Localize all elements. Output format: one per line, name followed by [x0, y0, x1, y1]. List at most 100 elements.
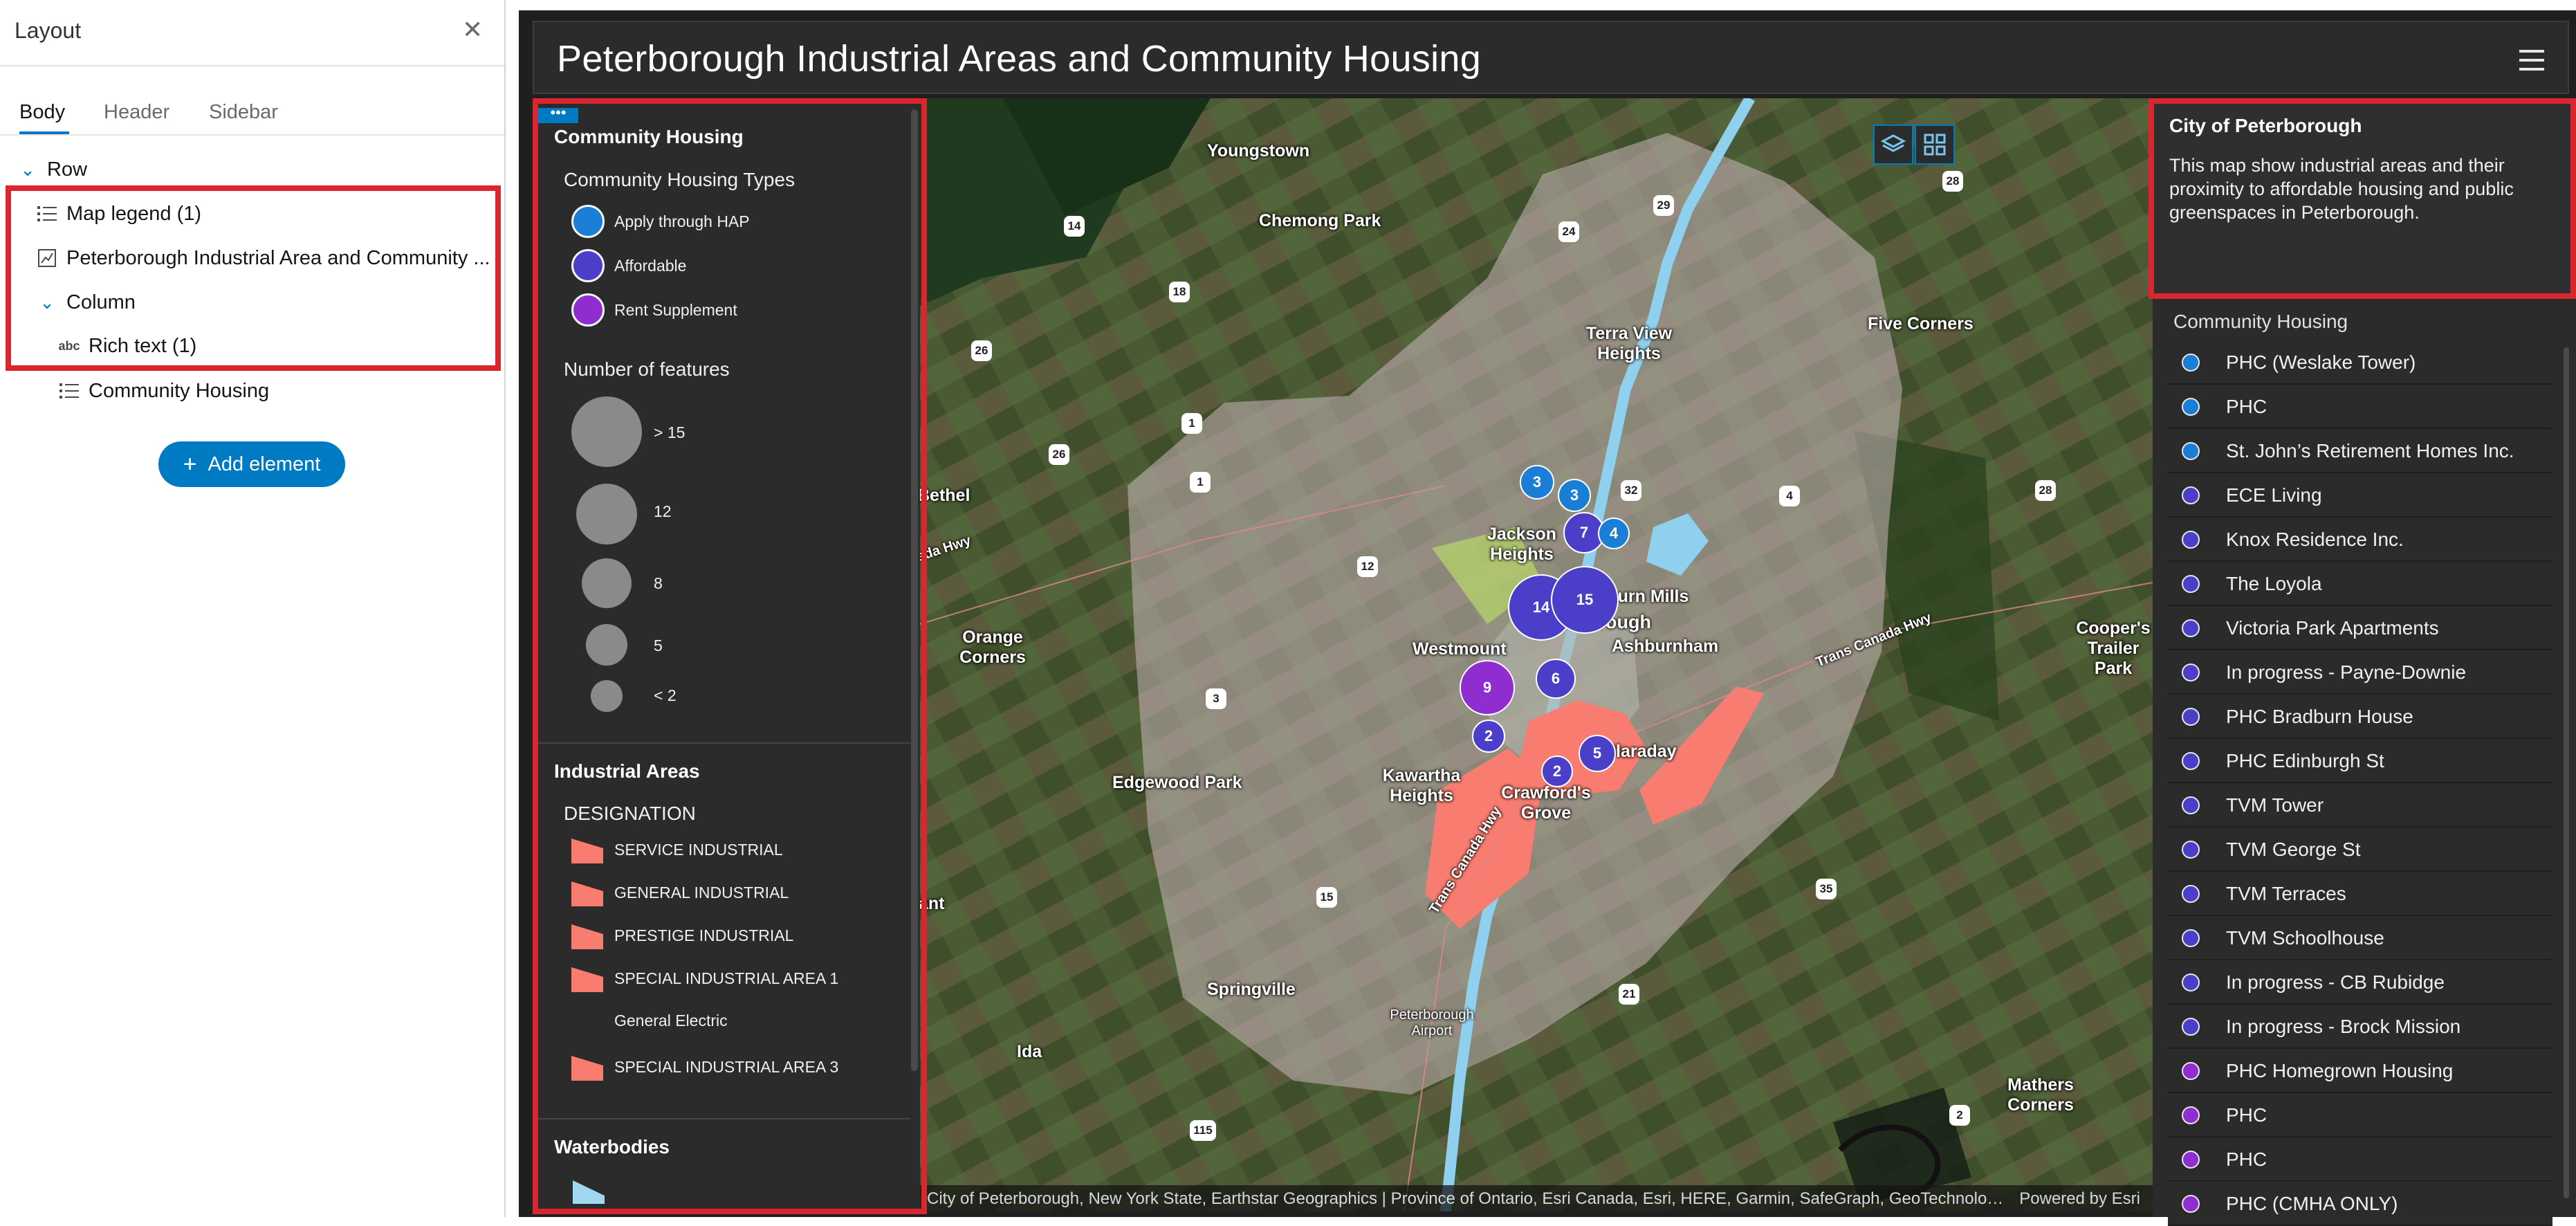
- chevron-down-icon[interactable]: ⌄: [36, 292, 58, 313]
- rich-text-title: City of Peterborough: [2169, 115, 2362, 136]
- app-title: Peterborough Industrial Areas and Commun…: [557, 38, 1482, 80]
- list-item[interactable]: St. John’s Retirement Homes Inc.: [2168, 430, 2552, 473]
- chevron-down-icon[interactable]: ⌄: [17, 159, 39, 181]
- legend-item: SERVICE INDUSTRIAL: [571, 836, 783, 863]
- close-icon[interactable]: ✕: [462, 15, 483, 44]
- legend-label: SPECIAL INDUSTRIAL AREA 3: [614, 1057, 839, 1076]
- map-cluster[interactable]: 3: [1558, 479, 1591, 512]
- feature-symbol: [2182, 619, 2200, 637]
- legend-symbol: [571, 205, 605, 238]
- list-item-label: PHC: [2226, 396, 2267, 417]
- list-title: Community Housing: [2173, 311, 2348, 332]
- place-label: Terra View Heights: [1585, 324, 1673, 363]
- list-item[interactable]: TVM Schoolhouse: [2168, 917, 2552, 960]
- list-item[interactable]: TVM Terraces: [2168, 873, 2552, 916]
- map-view[interactable]: Youngstown Chemong Park Terra View Heigh…: [920, 98, 2153, 1211]
- map-cluster[interactable]: 3: [1520, 465, 1554, 500]
- list-item-label: In progress - Payne-Downie: [2226, 661, 2467, 683]
- tree-item-label: Row: [47, 158, 88, 181]
- layout-panel: Layout ✕ Body Header Sidebar ⌄ Row Map l…: [0, 0, 506, 1217]
- road-shield: 29: [1653, 195, 1674, 216]
- map-cluster[interactable]: 6: [1536, 659, 1576, 699]
- list-item[interactable]: In progress - CB Rubidge: [2168, 962, 2552, 1005]
- tree-item-map-legend[interactable]: Map legend (1): [36, 196, 201, 231]
- legend-label: Apply through HAP: [614, 212, 750, 230]
- place-label: Peterborough Airport: [1390, 1007, 1474, 1039]
- list-item-label: PHC (Weslake Tower): [2226, 351, 2416, 373]
- list-item[interactable]: PHC: [2168, 1095, 2552, 1137]
- size-label: < 2: [654, 686, 677, 704]
- legend-symbol: [571, 1056, 603, 1081]
- right-column: City of Peterborough This map show indus…: [2153, 98, 2576, 1226]
- list-item[interactable]: PHC: [2168, 386, 2552, 429]
- plus-icon: +: [183, 450, 197, 477]
- list-item[interactable]: In progress - Payne-Downie: [2168, 652, 2552, 695]
- tab-sidebar[interactable]: Sidebar: [209, 101, 278, 124]
- list-item-label: Victoria Park Apartments: [2226, 617, 2439, 639]
- place-label: Youngstown: [1207, 141, 1310, 161]
- qr-grid-icon[interactable]: [1915, 125, 1955, 165]
- list-item[interactable]: ECE Living: [2168, 475, 2552, 518]
- list-item[interactable]: TVM George St: [2168, 829, 2552, 872]
- list-item[interactable]: PHC Bradburn House: [2168, 696, 2552, 739]
- feature-symbol: [2182, 442, 2200, 460]
- map-cluster[interactable]: 2: [1472, 720, 1505, 753]
- feature-symbol: [2182, 1018, 2200, 1036]
- road-shield: 18: [1169, 282, 1190, 302]
- list-item[interactable]: PHC Edinburgh St: [2168, 740, 2552, 783]
- list-item[interactable]: Knox Residence Inc.: [2168, 519, 2552, 562]
- list-item[interactable]: In progress - Brock Mission: [2168, 1006, 2552, 1049]
- feature-symbol: [2182, 1151, 2200, 1169]
- list-icon: [58, 382, 80, 400]
- legend-subtitle: Number of features: [564, 358, 730, 380]
- tree-item-rich-text[interactable]: abc Rich text (1): [58, 329, 196, 363]
- place-label: Mathers Corners: [2007, 1075, 2074, 1115]
- legend-label: Affordable: [614, 256, 687, 275]
- list-item[interactable]: PHC (Weslake Tower): [2168, 342, 2552, 385]
- feature-symbol: [2182, 841, 2200, 859]
- legend-symbol: [571, 839, 603, 863]
- tree-item-map[interactable]: Peterborough Industrial Area and Communi…: [36, 241, 490, 275]
- tab-body[interactable]: Body: [19, 101, 65, 124]
- legend-section-title: Waterbodies: [554, 1136, 670, 1158]
- place-label: Westmount: [1413, 639, 1507, 659]
- list-item[interactable]: PHC Homegrown Housing: [2168, 1050, 2552, 1093]
- layout-tabs: Body Header Sidebar: [0, 97, 504, 136]
- map-cluster[interactable]: 15: [1551, 566, 1619, 634]
- legend-label: SPECIAL INDUSTRIAL AREA 1: [614, 969, 839, 987]
- layers-icon[interactable]: [1873, 125, 1913, 165]
- legend-section-title: Community Housing: [554, 126, 744, 147]
- place-label: Crawford's Grove: [1501, 783, 1591, 823]
- place-label: Edgewood Park: [1112, 773, 1242, 792]
- legend-symbol: [571, 967, 603, 992]
- legend-section-title: Industrial Areas: [554, 760, 700, 782]
- list-item-label: TVM Terraces: [2226, 883, 2346, 904]
- list-item[interactable]: Victoria Park Apartments: [2168, 607, 2552, 650]
- layout-panel-title: Layout: [15, 18, 82, 43]
- list-item[interactable]: PHC (CMHA ONLY): [2168, 1183, 2552, 1226]
- menu-icon[interactable]: [2519, 50, 2544, 71]
- tree-item-community-housing[interactable]: Community Housing: [58, 374, 269, 408]
- map-cluster[interactable]: 5: [1579, 735, 1616, 772]
- map-cluster[interactable]: 4: [1598, 518, 1630, 549]
- place-label: Bethel: [920, 486, 970, 505]
- list-item[interactable]: TVM Tower: [2168, 785, 2552, 827]
- tab-header[interactable]: Header: [104, 101, 169, 124]
- tree-item-column[interactable]: ⌄ Column: [36, 285, 136, 320]
- map-cluster[interactable]: 2: [1541, 756, 1573, 787]
- list-item[interactable]: PHC: [2168, 1139, 2552, 1182]
- list-scrollbar[interactable]: [2564, 347, 2569, 1198]
- size-label: > 15: [654, 423, 686, 441]
- tree-item-label: Peterborough Industrial Area and Communi…: [66, 246, 490, 269]
- size-symbol: [571, 396, 642, 467]
- powered-by-esri[interactable]: Powered by Esri: [2019, 1189, 2140, 1209]
- map-attribution: City of Peterborough, New York State, Ea…: [920, 1185, 2153, 1211]
- tree-item-label: Community Housing: [89, 379, 270, 402]
- add-element-button[interactable]: + Add element: [158, 441, 345, 487]
- legend-label: Rent Supplement: [614, 300, 737, 319]
- tree-item-row[interactable]: ⌄ Row: [17, 152, 87, 187]
- legend-scrollbar[interactable]: [911, 109, 918, 1071]
- list-item[interactable]: The Loyola: [2168, 563, 2552, 606]
- more-options-icon[interactable]: •••: [538, 105, 578, 123]
- map-cluster[interactable]: 9: [1460, 660, 1515, 715]
